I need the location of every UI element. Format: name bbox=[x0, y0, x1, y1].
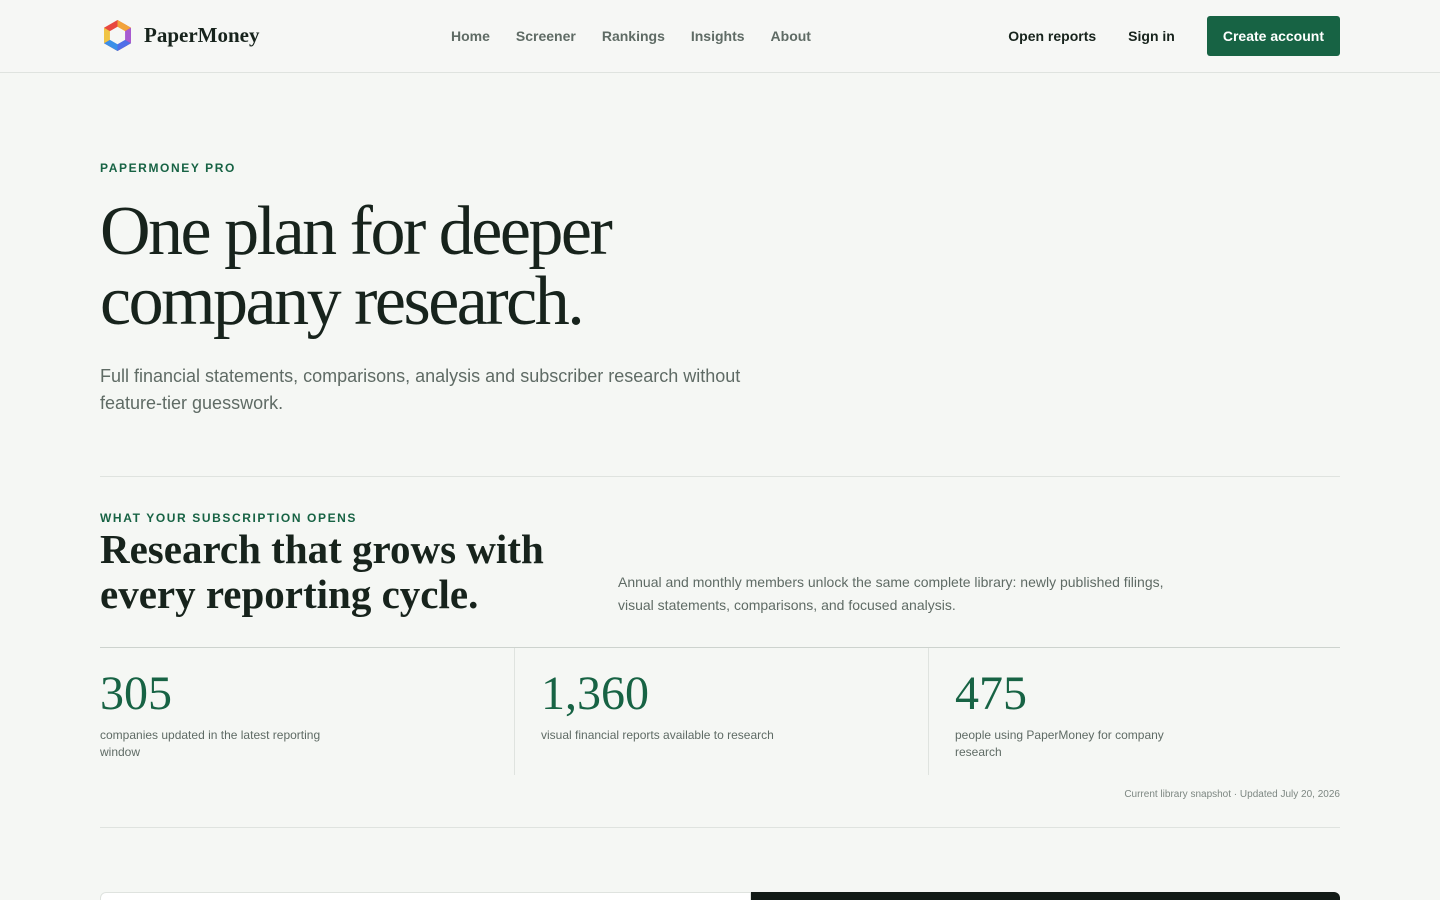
hero-eyebrow: PAPERMONEY PRO bbox=[100, 161, 236, 175]
main-nav: Home Screener Rankings Insights About bbox=[451, 27, 837, 45]
stat-value: 305 bbox=[100, 667, 172, 720]
stat-label: companies updated in the latest reportin… bbox=[100, 728, 321, 759]
stat-label: people using PaperMoney for company rese… bbox=[955, 728, 1164, 759]
stat-companies: 305 companies updated in the latest repo… bbox=[100, 648, 514, 775]
stat-reports: 1,360 visual financial reports available… bbox=[514, 648, 928, 775]
sign-in-link[interactable]: Sign in bbox=[1128, 28, 1175, 44]
nav-about[interactable]: About bbox=[771, 27, 811, 45]
plan-card-dark bbox=[751, 892, 1340, 900]
plan-cards bbox=[100, 892, 1340, 900]
section-divider bbox=[100, 827, 1340, 828]
stat-people: 475 people using PaperMoney for company … bbox=[928, 648, 1340, 775]
open-reports-link[interactable]: Open reports bbox=[1008, 28, 1096, 44]
site-header: PaperMoney Home Screener Rankings Insigh… bbox=[0, 0, 1440, 73]
subscription-title: Research that grows with every reporting… bbox=[100, 526, 544, 617]
brand-logo-link[interactable]: PaperMoney bbox=[101, 19, 259, 52]
nav-rankings[interactable]: Rankings bbox=[602, 27, 665, 45]
nav-home[interactable]: Home bbox=[451, 27, 490, 45]
library-snapshot-note: Current library snapshot · Updated July … bbox=[1124, 789, 1340, 800]
plan-card-light bbox=[100, 892, 751, 900]
stat-value: 1,360 bbox=[541, 667, 649, 720]
subscription-description: Annual and monthly members unlock the sa… bbox=[618, 574, 1164, 613]
header-actions: Open reports Sign in Create account bbox=[1008, 16, 1340, 56]
stats-row: 305 companies updated in the latest repo… bbox=[100, 647, 1340, 775]
hero-title: One plan for deeper company research. bbox=[100, 193, 613, 340]
hero-subtitle: Full financial statements, comparisons, … bbox=[100, 366, 741, 413]
subscription-eyebrow: WHAT YOUR SUBSCRIPTION OPENS bbox=[100, 511, 358, 525]
nav-insights[interactable]: Insights bbox=[691, 27, 745, 45]
section-divider bbox=[100, 476, 1340, 477]
papermoney-logo-icon bbox=[104, 19, 131, 52]
stat-value: 475 bbox=[955, 667, 1027, 720]
nav-screener[interactable]: Screener bbox=[516, 27, 576, 45]
brand-name: PaperMoney bbox=[144, 23, 260, 47]
stat-label: visual financial reports available to re… bbox=[541, 728, 774, 742]
create-account-button[interactable]: Create account bbox=[1206, 16, 1340, 56]
